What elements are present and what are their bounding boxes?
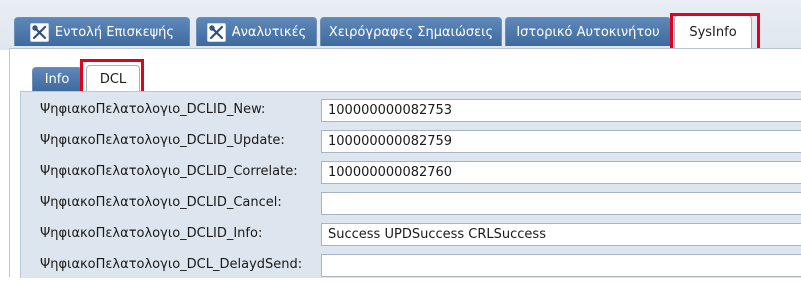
dcl-delaydsend-field[interactable] [321,254,801,277]
dclid-cancel-field[interactable] [321,192,801,215]
field-label: ΨηφιακοΠελατολογιο_DCLID_Update: [40,133,285,148]
dcl-form: ΨηφιακοΠελατολογιο_DCLID_New: 1000000000… [20,91,801,278]
tab-xeirografes-simeioseis[interactable]: Χειρόγραφες Σημαιώσεις [320,17,502,46]
tab-analytikes[interactable]: Αναλυτικές [196,17,317,46]
form-row-dclid-correlate: ΨηφιακοΠελατολογιο_DCLID_Correlate: 1000… [21,158,801,189]
subtab-label: Info [44,72,70,87]
tab-label: Εντολή Επισκεψής [54,24,175,40]
dclid-correlate-field[interactable]: 100000000082760 [321,161,801,184]
form-row-dclid-update: ΨηφιακοΠελατολογιο_DCLID_Update: 1000000… [21,127,801,158]
wrench-screwdriver-icon [206,22,226,42]
form-row-dcl-delaydsend: ΨηφιακοΠελατολογιο_DCL_DelaydSend: [21,251,801,282]
tab-sysinfo[interactable]: SysInfo [674,15,752,48]
form-row-dclid-cancel: ΨηφιακοΠελατολογιο_DCLID_Cancel: [21,189,801,220]
tab-istoriko-autokinitou[interactable]: Ιστορικό Αυτοκινήτου [505,17,671,46]
main-tab-strip: Εντολή Επισκεψής Αναλυτικές Χειρόγραφες … [0,0,801,51]
tab-label: Χειρόγραφες Σημαιώσεις [328,24,494,40]
dclid-new-field[interactable]: 100000000082753 [321,99,801,122]
field-label: ΨηφιακοΠελατολογιο_DCLID_Info: [40,226,263,241]
tab-label: SysInfo [689,24,737,40]
tab-label: Αναλυτικές [231,24,307,40]
subtab-label: DCL [99,71,127,87]
field-label: ΨηφιακοΠελατολογιο_DCL_DelaydSend: [40,257,303,272]
sub-tab-strip: Info DCL [10,49,801,92]
form-row-dclid-new: ΨηφιακοΠελατολογιο_DCLID_New: 1000000000… [21,96,801,127]
sysinfo-panel: Info DCL ΨηφιακοΠελατολογιο_DCLID_New: 1… [9,48,801,278]
wrench-screwdriver-icon [29,22,49,42]
field-label: ΨηφιακοΠελατολογιο_DCLID_Correlate: [40,164,298,179]
tab-entoli-episkeuis[interactable]: Εντολή Επισκεψής [14,17,190,46]
field-label: ΨηφιακοΠελατολογιο_DCLID_New: [40,102,266,117]
tab-label: Ιστορικό Αυτοκινήτου [516,24,660,40]
form-row-dclid-info: ΨηφιακοΠελατολογιο_DCLID_Info: Success U… [21,220,801,251]
subtab-dcl[interactable]: DCL [86,65,140,92]
subtab-info[interactable]: Info [32,67,82,91]
dclid-update-field[interactable]: 100000000082759 [321,130,801,153]
dclid-info-field[interactable]: Success UPDSuccess CRLSuccess [321,223,801,246]
field-label: ΨηφιακοΠελατολογιο_DCLID_Cancel: [40,195,282,210]
